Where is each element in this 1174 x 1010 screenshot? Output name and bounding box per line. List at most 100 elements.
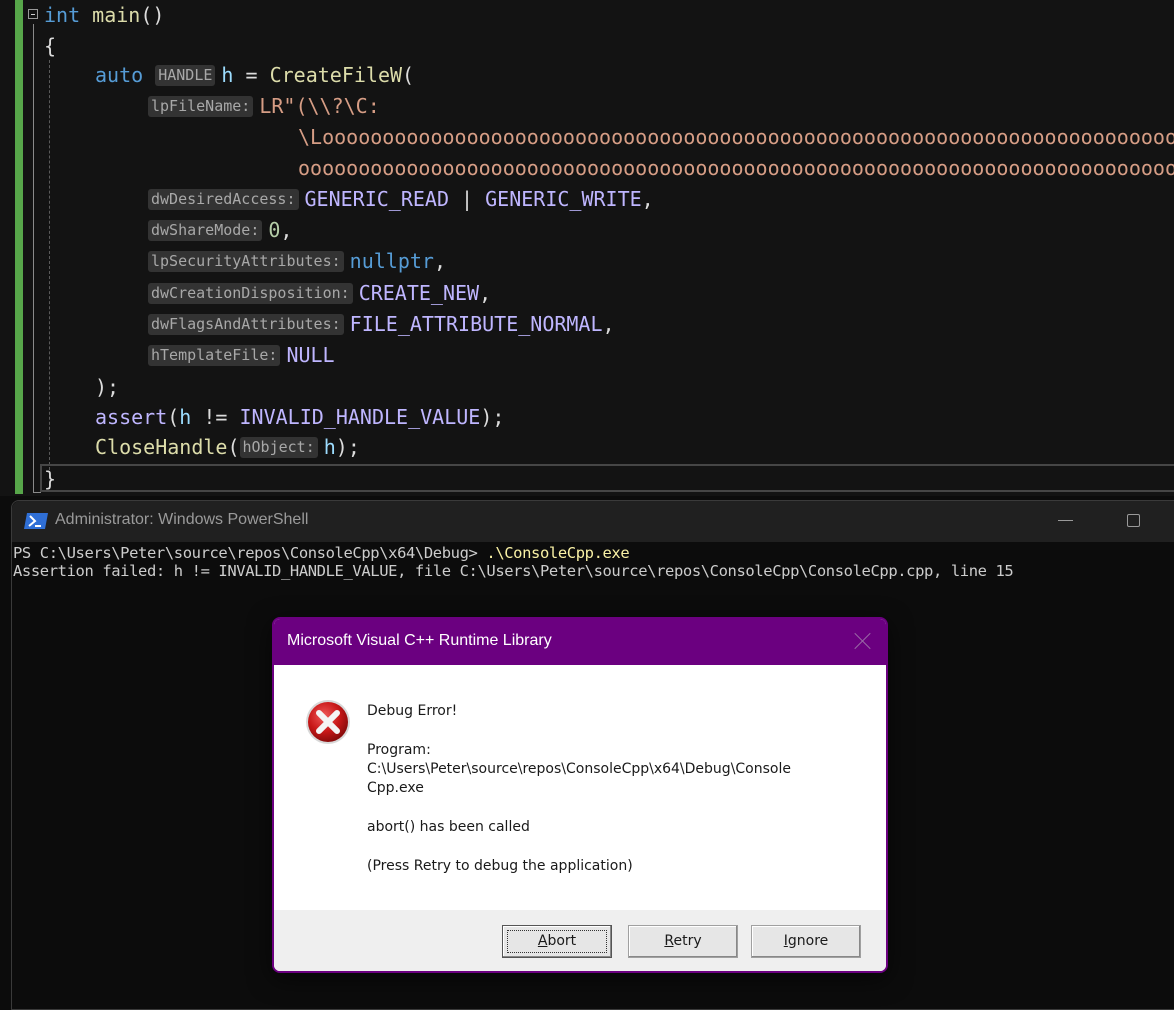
code-line[interactable]: lpFileName: LR"(\\?\C: bbox=[148, 91, 380, 122]
code-token: main bbox=[92, 3, 141, 27]
accelerator-key: I bbox=[783, 933, 788, 949]
code-token: auto bbox=[95, 63, 144, 87]
code-line[interactable]: ); bbox=[95, 372, 119, 403]
inlay-hint: dwCreationDisposition: bbox=[148, 283, 353, 304]
code-token: ( bbox=[402, 63, 415, 87]
code-line[interactable]: { bbox=[44, 31, 56, 62]
code-token: , bbox=[479, 281, 492, 305]
inlay-hint: HANDLE bbox=[155, 65, 216, 86]
code-line[interactable]: int main() bbox=[44, 0, 164, 31]
code-line[interactable]: dwShareMode: 0, bbox=[148, 215, 292, 246]
program-path-line2: Cpp.exe bbox=[367, 780, 424, 796]
code-token: CloseHandle bbox=[95, 435, 228, 459]
terminal-prompt: PS C:\Users\Peter\source\repos\ConsoleCp… bbox=[13, 544, 487, 562]
code-token: | bbox=[449, 187, 486, 211]
code-token: FILE_ATTRIBUTE_NORMAL bbox=[349, 312, 603, 336]
current-line-highlight bbox=[40, 464, 1174, 492]
code-token: int bbox=[44, 3, 81, 27]
code-token: { bbox=[44, 34, 57, 58]
code-editor[interactable]: int main(){auto HANDLE h = CreateFileW(lp… bbox=[0, 0, 1174, 496]
fold-outline bbox=[33, 24, 34, 492]
code-line[interactable]: CloseHandle(hObject: h); bbox=[95, 432, 360, 463]
code-line[interactable]: lpSecurityAttributes: nullptr, bbox=[148, 246, 446, 277]
code-token: ); bbox=[335, 435, 360, 459]
code-line[interactable]: \Loooooooooooooooooooooooooooooooooooooo… bbox=[298, 122, 1174, 153]
focus-rectangle bbox=[507, 930, 607, 953]
code-token: } bbox=[44, 467, 57, 491]
code-token: LR"(\\?\C: bbox=[259, 94, 380, 118]
code-token: INVALID_HANDLE_VALUE bbox=[239, 405, 481, 429]
code-token: \Loooooooooooooooooooooooooooooooooooooo… bbox=[298, 125, 1174, 149]
collapse-icon[interactable] bbox=[28, 9, 38, 19]
retry-hint: (Press Retry to debug the application) bbox=[367, 858, 633, 874]
powershell-titlebar[interactable]: Administrator: Windows PowerShell bbox=[12, 501, 1174, 542]
program-path-line1: C:\Users\Peter\source\repos\ConsoleCpp\x… bbox=[367, 761, 791, 777]
change-indicator-bar bbox=[15, 0, 23, 494]
code-line[interactable]: auto HANDLE h = CreateFileW( bbox=[95, 60, 414, 91]
powershell-icon bbox=[24, 513, 48, 529]
code-token: , bbox=[280, 218, 293, 242]
code-token: assert bbox=[95, 405, 168, 429]
inlay-hint: dwShareMode: bbox=[148, 220, 263, 241]
error-icon bbox=[306, 700, 350, 744]
inlay-hint: hObject: bbox=[239, 437, 318, 458]
code-token: , bbox=[602, 312, 615, 336]
code-token: 0 bbox=[268, 218, 281, 242]
code-token: ); bbox=[95, 375, 120, 399]
code-token: GENERIC_READ bbox=[304, 187, 450, 211]
inlay-hint: dwFlagsAndAttributes: bbox=[148, 314, 344, 335]
window-title: Administrator: Windows PowerShell bbox=[55, 511, 309, 528]
code-token: h bbox=[179, 405, 192, 429]
code-line[interactable]: assert(h != INVALID_HANDLE_VALUE); bbox=[95, 402, 504, 433]
code-line[interactable]: } bbox=[44, 464, 56, 495]
ignore-button-label: Ignore bbox=[783, 933, 829, 949]
code-line[interactable]: hTemplateFile: NULL bbox=[148, 340, 335, 371]
terminal-assert-message: Assertion failed: h != INVALID_HANDLE_VA… bbox=[13, 562, 1014, 580]
code-token: , bbox=[433, 249, 446, 273]
ignore-button[interactable]: Ignore bbox=[751, 925, 861, 958]
accelerator-key: R bbox=[664, 933, 674, 949]
code-token: NULL bbox=[286, 343, 335, 367]
inlay-hint: hTemplateFile: bbox=[148, 345, 281, 366]
code-token: oooooooooooooooooooooooooooooooooooooooo… bbox=[298, 156, 1174, 180]
dialog-title: Microsoft Visual C++ Runtime Library bbox=[287, 632, 552, 649]
dialog-button-bar: Abort Retry Ignore bbox=[274, 910, 886, 971]
abort-button[interactable]: Abort bbox=[502, 925, 612, 958]
code-line[interactable]: dwCreationDisposition: CREATE_NEW, bbox=[148, 278, 491, 309]
code-token: GENERIC_WRITE bbox=[485, 187, 642, 211]
close-icon[interactable] bbox=[854, 632, 872, 650]
minimize-button[interactable] bbox=[1058, 520, 1073, 521]
code-token: ( bbox=[227, 435, 240, 459]
inlay-hint: lpSecurityAttributes: bbox=[148, 251, 344, 272]
retry-button-label: Retry bbox=[664, 933, 702, 949]
code-token: = bbox=[233, 63, 270, 87]
code-token: () bbox=[140, 3, 165, 27]
code-token: nullptr bbox=[349, 249, 434, 273]
indent-guide bbox=[49, 60, 50, 470]
retry-button[interactable]: Retry bbox=[628, 925, 738, 958]
inlay-hint: lpFileName: bbox=[148, 96, 254, 117]
dialog-heading: Debug Error! bbox=[367, 703, 458, 719]
abort-message: abort() has been called bbox=[367, 819, 530, 835]
code-token: , bbox=[641, 187, 654, 211]
code-line[interactable]: oooooooooooooooooooooooooooooooooooooooo… bbox=[298, 153, 1174, 184]
maximize-button[interactable] bbox=[1127, 514, 1140, 527]
code-line[interactable]: dwFlagsAndAttributes: FILE_ATTRIBUTE_NORM… bbox=[148, 309, 615, 340]
code-token: CreateFileW bbox=[269, 63, 403, 87]
code-line[interactable]: dwDesiredAccess: GENERIC_READ | GENERIC_W… bbox=[148, 184, 654, 215]
code-token: != bbox=[191, 405, 240, 429]
inlay-hint: dwDesiredAccess: bbox=[148, 189, 299, 210]
code-token: CREATE_NEW bbox=[358, 281, 480, 305]
runtime-error-dialog[interactable]: Microsoft Visual C++ Runtime Library Deb… bbox=[272, 617, 888, 973]
program-label: Program: bbox=[367, 742, 431, 758]
terminal-command: .\ConsoleCpp.exe bbox=[486, 544, 630, 562]
dialog-body: Debug Error! Program: C:\Users\Peter\sou… bbox=[274, 665, 886, 910]
fold-outline-end bbox=[33, 492, 41, 493]
dialog-titlebar[interactable]: Microsoft Visual C++ Runtime Library bbox=[274, 619, 886, 665]
code-token: ( bbox=[167, 405, 180, 429]
code-token: ); bbox=[480, 405, 505, 429]
terminal-output[interactable]: PS C:\Users\Peter\source\repos\ConsoleCp… bbox=[13, 544, 1014, 580]
code-token: h bbox=[221, 63, 234, 87]
